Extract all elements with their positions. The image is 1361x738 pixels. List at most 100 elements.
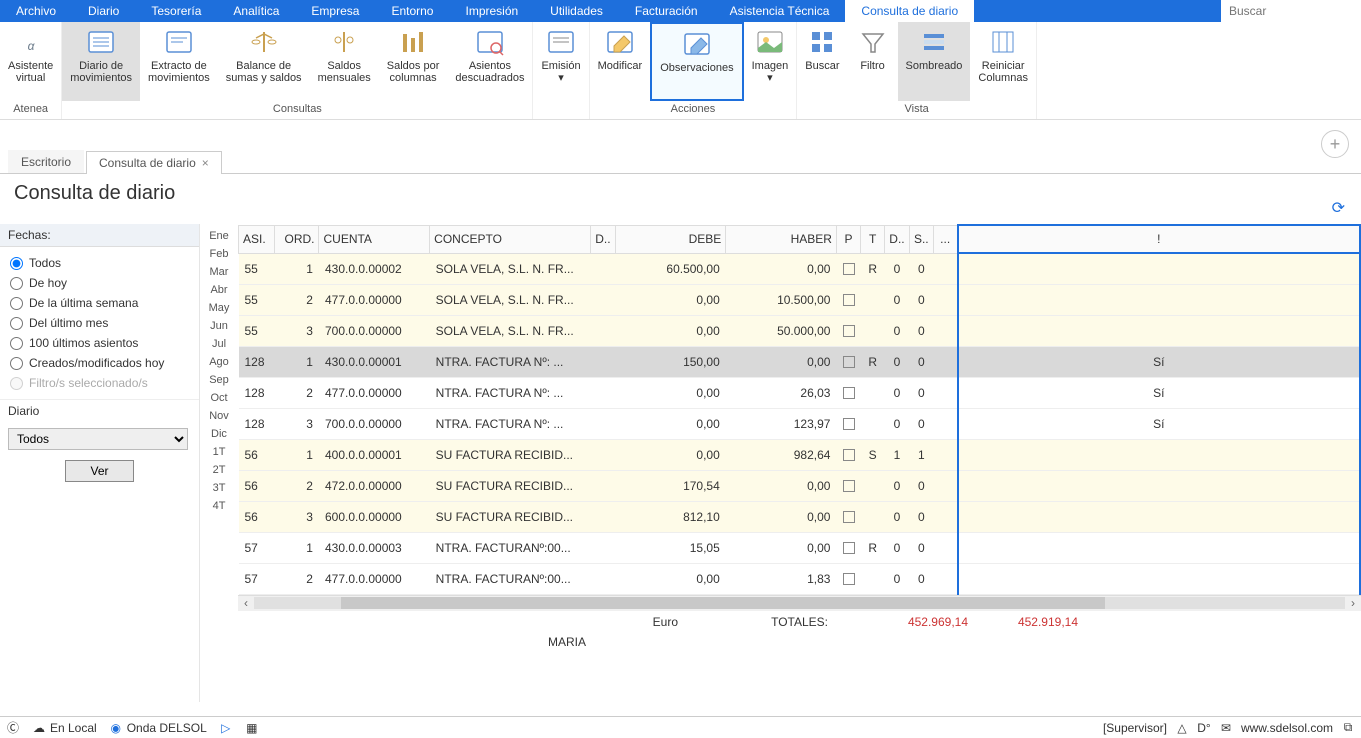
menu-utilidades[interactable]: Utilidades: [534, 0, 619, 22]
table-row[interactable]: 1283700.0.0.00000NTRA. FACTURA Nº: ...0,…: [239, 408, 1361, 439]
month-4t[interactable]: 4T: [213, 500, 226, 512]
month-nov[interactable]: Nov: [209, 410, 229, 422]
search-input[interactable]: [1221, 2, 1361, 20]
column-header-3[interactable]: CONCEPTO: [430, 225, 591, 253]
table-row[interactable]: 563600.0.0.00000SU FACTURA RECIBID...812…: [239, 501, 1361, 532]
asientos-descuadrados-button[interactable]: Asientosdescuadrados: [447, 22, 532, 101]
checkbox-icon[interactable]: [843, 325, 855, 337]
checkbox-icon[interactable]: [843, 480, 855, 492]
month-jul[interactable]: Jul: [212, 338, 226, 350]
mail-icon[interactable]: ✉: [1219, 721, 1233, 735]
column-header-1[interactable]: ORD.: [275, 225, 319, 253]
column-header-2[interactable]: CUENTA: [319, 225, 430, 253]
saldos-mensuales-button[interactable]: Saldosmensuales: [310, 22, 379, 101]
table-row[interactable]: 551430.0.0.00002SOLA VELA, S.L. N. FR...…: [239, 253, 1361, 284]
menu-empresa[interactable]: Empresa: [295, 0, 375, 22]
checkbox-icon[interactable]: [843, 294, 855, 306]
url-label[interactable]: www.sdelsol.com: [1241, 721, 1333, 735]
fecha-radio-de-la--ltima-semana[interactable]: De la última semana: [10, 293, 189, 313]
table-row[interactable]: 1282477.0.0.00000NTRA. FACTURA Nº: ...0,…: [239, 377, 1361, 408]
menu-archivo[interactable]: Archivo: [0, 0, 72, 22]
column-header-9[interactable]: D..: [885, 225, 909, 253]
copy-icon[interactable]: ⧉: [1341, 721, 1355, 735]
emision-button[interactable]: Emisión▾: [533, 22, 588, 113]
observaciones-button[interactable]: Observaciones: [650, 22, 743, 101]
warning-icon[interactable]: △: [1175, 721, 1189, 735]
table-row[interactable]: 552477.0.0.00000SOLA VELA, S.L. N. FR...…: [239, 284, 1361, 315]
column-header-5[interactable]: DEBE: [615, 225, 726, 253]
extracto-de-movimientos-button[interactable]: Extracto demovimientos: [140, 22, 218, 101]
column-header-11[interactable]: ...: [933, 225, 957, 253]
month-oct[interactable]: Oct: [210, 392, 227, 404]
menu-asistencia-t-cnica[interactable]: Asistencia Técnica: [714, 0, 846, 22]
filtro-button[interactable]: Filtro: [848, 22, 898, 101]
checkbox-icon[interactable]: [843, 387, 855, 399]
column-header-7[interactable]: P: [836, 225, 860, 253]
column-header-0[interactable]: ASI.: [239, 225, 275, 253]
checkbox-icon[interactable]: [843, 449, 855, 461]
month-ene[interactable]: Ene: [209, 230, 229, 242]
column-header-12[interactable]: !: [958, 225, 1361, 253]
checkbox-icon[interactable]: [843, 511, 855, 523]
month-jun[interactable]: Jun: [210, 320, 228, 332]
table-row[interactable]: 572477.0.0.00000NTRA. FACTURANº:00...0,0…: [239, 563, 1361, 594]
imagen-button[interactable]: Imagen▾: [744, 22, 797, 101]
month-abr[interactable]: Abr: [210, 284, 227, 296]
fecha-radio-del--ltimo-mes[interactable]: Del último mes: [10, 313, 189, 333]
month-feb[interactable]: Feb: [210, 248, 229, 260]
calendar-icon[interactable]: ▦: [245, 721, 259, 735]
checkbox-icon[interactable]: [843, 418, 855, 430]
sombreado-button[interactable]: Sombreado: [898, 22, 971, 101]
checkbox-icon[interactable]: [843, 356, 855, 368]
fecha-radio-de-hoy[interactable]: De hoy: [10, 273, 189, 293]
refresh-icon[interactable]: ⟳: [1332, 198, 1345, 218]
tab-consulta-de-diario[interactable]: Consulta de diario×: [86, 151, 222, 174]
modificar-button[interactable]: Modificar: [590, 22, 651, 101]
diario-select[interactable]: Todos: [8, 428, 188, 450]
month-3t[interactable]: 3T: [213, 482, 226, 494]
column-header-4[interactable]: D..: [591, 225, 615, 253]
menu-diario[interactable]: Diario: [72, 0, 135, 22]
month-may[interactable]: May: [209, 302, 230, 314]
diario-de-movimientos-button[interactable]: Diario demovimientos: [62, 22, 140, 101]
d-icon[interactable]: D°: [1197, 721, 1211, 735]
menu-tesorer-a[interactable]: Tesorería: [135, 0, 217, 22]
checkbox-icon[interactable]: [843, 542, 855, 554]
saldos-por-columnas-button[interactable]: Saldos porcolumnas: [379, 22, 448, 101]
month-ago[interactable]: Ago: [209, 356, 229, 368]
table-row[interactable]: 553700.0.0.00000SOLA VELA, S.L. N. FR...…: [239, 315, 1361, 346]
menu-entorno[interactable]: Entorno: [375, 0, 449, 22]
scroll-left-arrow[interactable]: ‹: [238, 596, 254, 610]
month-dic[interactable]: Dic: [211, 428, 227, 440]
play-icon[interactable]: ▷: [219, 721, 233, 735]
reiniciar-columnas-button[interactable]: ReiniciarColumnas: [970, 22, 1036, 101]
tab-close-icon[interactable]: ×: [202, 156, 209, 170]
month-sep[interactable]: Sep: [209, 374, 229, 386]
balance-sumas-saldos-button[interactable]: Balance desumas y saldos: [218, 22, 310, 101]
table-row[interactable]: 571430.0.0.00003NTRA. FACTURANº:00...15,…: [239, 532, 1361, 563]
column-header-10[interactable]: S..: [909, 225, 933, 253]
horizontal-scrollbar[interactable]: ‹ ›: [238, 595, 1361, 611]
column-header-8[interactable]: T: [861, 225, 885, 253]
fecha-radio------ltimos-asientos[interactable]: 100 últimos asientos: [10, 333, 189, 353]
checkbox-icon[interactable]: [843, 573, 855, 585]
fecha-radio-creados-modificados-hoy[interactable]: Creados/modificados hoy: [10, 353, 189, 373]
buscar-button[interactable]: Buscar: [797, 22, 847, 101]
month-1t[interactable]: 1T: [213, 446, 226, 458]
menu-impresi-n[interactable]: Impresión: [449, 0, 534, 22]
menu-facturaci-n[interactable]: Facturación: [619, 0, 714, 22]
column-header-6[interactable]: HABER: [726, 225, 837, 253]
fecha-radio-todos[interactable]: Todos: [10, 253, 189, 273]
ver-button[interactable]: Ver: [65, 460, 133, 482]
add-tab-button[interactable]: +: [1321, 130, 1349, 158]
month-2t[interactable]: 2T: [213, 464, 226, 476]
tab-escritorio[interactable]: Escritorio: [8, 150, 84, 173]
checkbox-icon[interactable]: [843, 263, 855, 275]
table-row[interactable]: 561400.0.0.00001SU FACTURA RECIBID...0,0…: [239, 439, 1361, 470]
menu-consulta-de-diario[interactable]: Consulta de diario: [845, 0, 974, 22]
asistente-virtual-button[interactable]: αAsistentevirtual: [0, 22, 61, 101]
table-row[interactable]: 1281430.0.0.00001NTRA. FACTURA Nº: ...15…: [239, 346, 1361, 377]
menu-anal-tica[interactable]: Analítica: [217, 0, 295, 22]
month-mar[interactable]: Mar: [210, 266, 229, 278]
table-row[interactable]: 562472.0.0.00000SU FACTURA RECIBID...170…: [239, 470, 1361, 501]
